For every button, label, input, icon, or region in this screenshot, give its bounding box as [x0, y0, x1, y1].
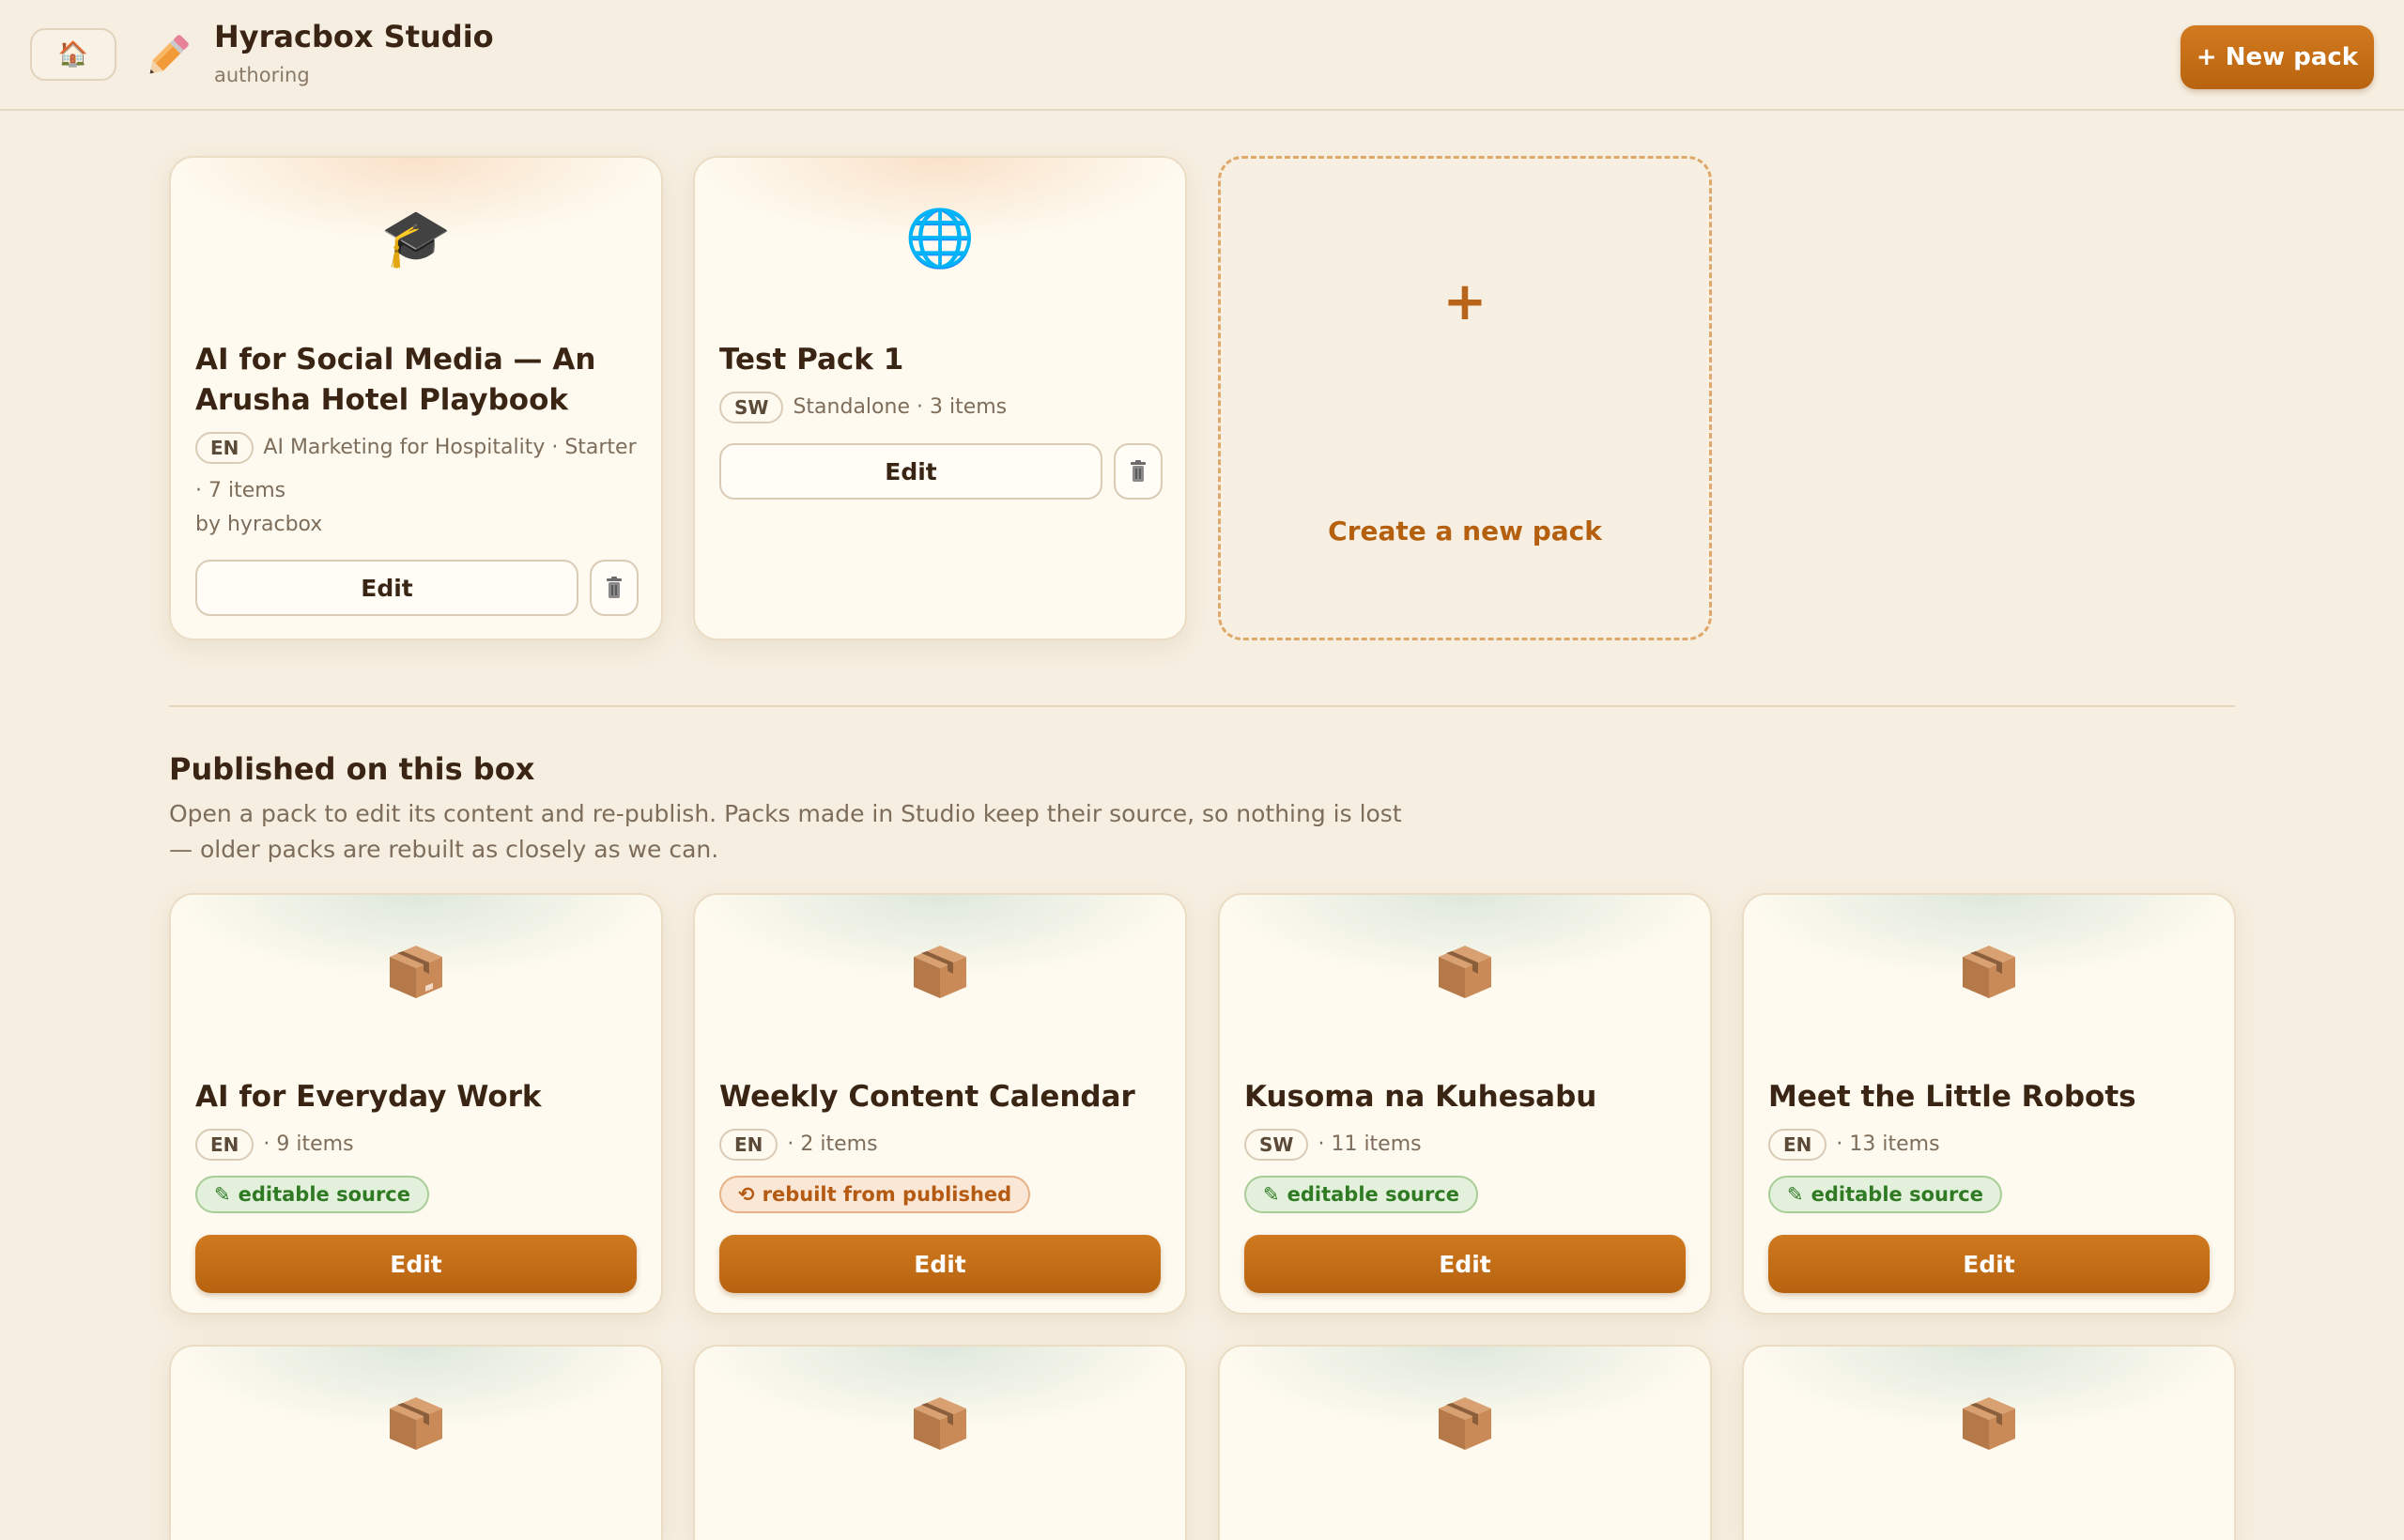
package-icon — [695, 1394, 1185, 1468]
pack-title: AI for Everyday Work — [195, 1080, 542, 1114]
package-icon — [171, 942, 661, 1016]
globe-icon: 🌐 — [904, 206, 976, 271]
plus-icon: + — [1442, 271, 1487, 332]
source-status-badge: ✎ editable source — [195, 1176, 430, 1213]
pencil-icon: ✎ — [1263, 1183, 1280, 1206]
package-icon — [1744, 1394, 2234, 1468]
published-card: Kusoma na Kuhesabu SW · 11 items ✎ editabl… — [1218, 893, 1712, 1315]
package-icon — [1744, 942, 2234, 1016]
published-card: Meet the Little Robots EN · 13 items ✎ edi… — [1742, 893, 2236, 1315]
delete-button[interactable] — [1114, 443, 1163, 500]
source-status-badge: ✎ editable source — [1244, 1176, 1479, 1213]
pencil-icon: ✎ — [214, 1183, 231, 1206]
pack-meta: EN · 2 items — [719, 1123, 1161, 1166]
pack-meta: EN · 9 items — [195, 1123, 637, 1166]
refresh-icon: ⟲ — [738, 1183, 755, 1206]
source-status-badge: ✎ editable source — [1768, 1176, 2003, 1213]
edit-button[interactable]: Edit — [1768, 1235, 2210, 1293]
section-divider — [169, 705, 2235, 707]
pack-meta-line2: · 7 items — [195, 479, 286, 502]
pack-meta: EN · 13 items — [1768, 1123, 2210, 1166]
section-description: Open a pack to edit its content and re-p… — [169, 800, 1402, 863]
create-pack-label: Create a new pack — [1328, 516, 1602, 547]
app-subtitle: authoring — [214, 64, 310, 86]
published-card — [1742, 1345, 2236, 1540]
home-button[interactable]: 🏠 — [30, 28, 116, 81]
pack-title: AI for Social Media — An Arusha Hotel Pl… — [195, 343, 596, 417]
pack-title: Meet the Little Robots — [1768, 1080, 2136, 1114]
pack-meta-line1: AI Marketing for Hospitality · Starter — [263, 436, 637, 459]
edit-button[interactable]: Edit — [719, 443, 1102, 500]
draft-card: 🎓 AI for Social Media — An Arusha Hotel … — [169, 156, 663, 640]
package-icon — [1220, 942, 1710, 1016]
source-status-badge: ⟲ rebuilt from published — [719, 1176, 1031, 1213]
section-title: Published on this box — [169, 751, 535, 787]
pack-meta: SW · 11 items — [1244, 1123, 1686, 1166]
home-icon: 🏠 — [57, 40, 89, 69]
edit-button[interactable]: Edit — [719, 1235, 1161, 1293]
published-card — [169, 1345, 663, 1540]
top-bar: 🏠 Hyracbox Studio authoring + New pack — [0, 0, 2404, 111]
published-card — [1218, 1345, 1712, 1540]
package-icon — [171, 1394, 661, 1468]
language-badge: EN — [195, 1129, 254, 1161]
pack-meta: SW Standalone · 3 items — [719, 386, 1161, 429]
delete-button[interactable] — [590, 560, 639, 616]
package-icon — [1220, 1394, 1710, 1468]
pack-title: Weekly Content Calendar — [719, 1080, 1135, 1114]
pack-item-count: · 11 items — [1318, 1132, 1422, 1156]
create-pack-card[interactable]: + Create a new pack — [1218, 156, 1712, 640]
published-card: AI for Everyday Work EN · 9 items ✎ editab… — [169, 893, 663, 1315]
app-title: Hyracbox Studio — [214, 19, 494, 54]
graduation-cap-icon: 🎓 — [380, 206, 452, 271]
package-icon — [695, 942, 1185, 1016]
language-badge: EN — [719, 1129, 778, 1161]
pack-item-count: · 13 items — [1836, 1132, 1940, 1156]
edit-button[interactable]: Edit — [195, 1235, 637, 1293]
pack-item-count: · 2 items — [787, 1132, 878, 1156]
trash-icon — [607, 577, 622, 598]
draft-card: 🌐 Test Pack 1 SW Standalone · 3 items Edi… — [693, 156, 1187, 640]
published-card — [693, 1345, 1187, 1540]
pack-item-count: · 9 items — [263, 1132, 354, 1156]
trash-icon — [1131, 460, 1146, 482]
new-pack-button[interactable]: + New pack — [2181, 25, 2374, 89]
published-card: Weekly Content Calendar EN · 2 items ⟲ reb… — [693, 893, 1187, 1315]
edit-button[interactable]: Edit — [195, 560, 578, 616]
language-badge: SW — [1244, 1129, 1309, 1161]
edit-button[interactable]: Edit — [1244, 1235, 1686, 1293]
language-badge: EN — [1768, 1129, 1827, 1161]
pack-title: Kusoma na Kuhesabu — [1244, 1080, 1597, 1114]
language-badge: SW — [719, 392, 784, 424]
pencil-icon: ✎ — [1787, 1183, 1804, 1206]
language-badge: EN — [195, 432, 254, 464]
pencil-icon — [149, 35, 189, 74]
pack-author: by hyracbox — [195, 513, 323, 536]
pack-meta: EN AI Marketing for Hospitality · Starter… — [195, 426, 637, 513]
pack-title: Test Pack 1 — [719, 343, 904, 377]
pack-meta-line1: Standalone · 3 items — [793, 395, 1008, 419]
